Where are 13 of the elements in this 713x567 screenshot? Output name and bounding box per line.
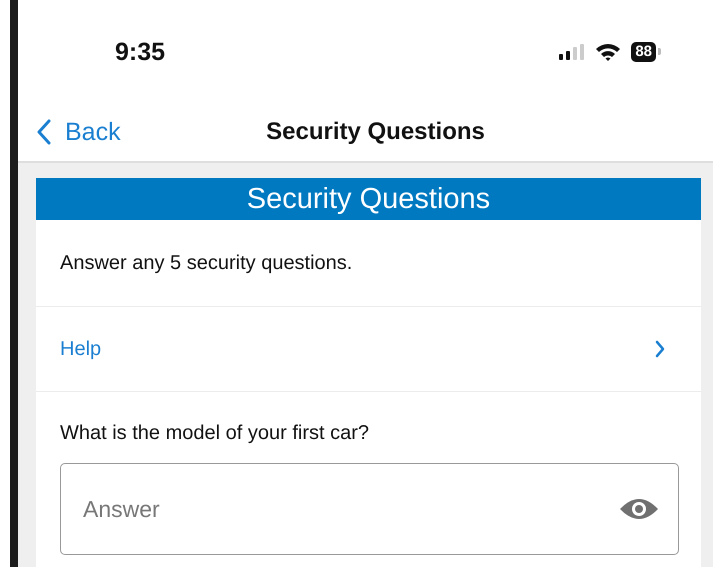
chevron-left-icon <box>37 119 51 145</box>
signal-icon <box>559 44 586 60</box>
back-button[interactable]: Back <box>18 118 121 146</box>
eye-icon[interactable] <box>619 497 659 521</box>
wifi-icon <box>595 42 622 61</box>
instructions-text: Answer any 5 security questions. <box>60 252 352 274</box>
card-header: Security Questions <box>36 178 701 220</box>
status-time: 9:35 <box>115 37 166 67</box>
answer-field[interactable]: Answer <box>60 463 679 555</box>
question-label: What is the model of your first car? <box>60 422 370 445</box>
battery-indicator: 88 <box>631 42 661 62</box>
screen-title: Security Questions <box>265 118 485 145</box>
chevron-right-icon <box>655 340 665 358</box>
